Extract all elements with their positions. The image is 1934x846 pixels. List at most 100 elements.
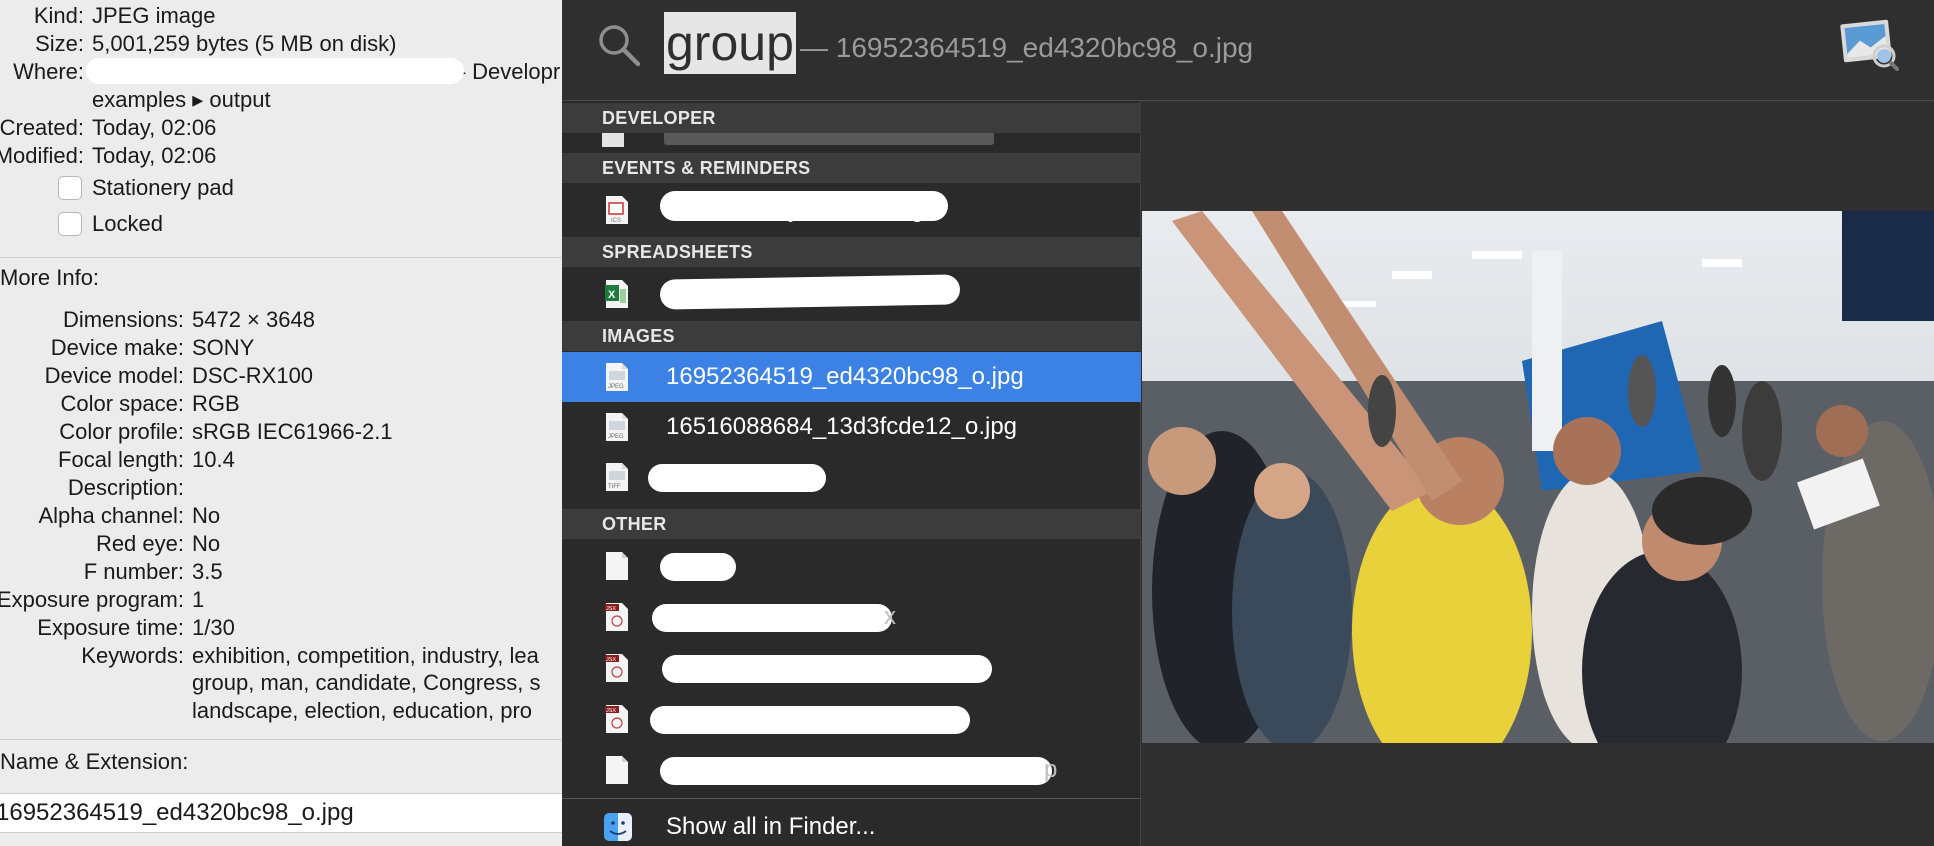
metadata-label: Keywords: — [81, 643, 184, 668]
other-result-tail: p — [1044, 756, 1058, 783]
events-item[interactable]: ICS yect meeting — [562, 185, 1141, 235]
other-result-item[interactable]: p — [562, 745, 1141, 795]
search-bar[interactable]: group — 16952364519_ed4320bc98_o.jpg — [562, 0, 1934, 101]
results-list: DEVELOPER EVENTS & REMINDERS ICS yect me… — [562, 101, 1141, 846]
jpeg-file-icon: JPEG — [606, 363, 628, 391]
redaction-mark — [648, 464, 826, 492]
excel-file-icon: X — [605, 280, 628, 308]
metadata-row: Dimensions: 5472 × 3648 — [0, 306, 560, 334]
metadata-row: Description: — [0, 474, 560, 502]
document-icon — [606, 552, 628, 580]
search-query[interactable]: group — [664, 12, 796, 74]
spreadsheet-item[interactable]: X Downloads — [562, 269, 1141, 319]
svg-text:X: X — [608, 289, 616, 301]
metadata-label: Dimensions: — [62, 307, 184, 332]
other-result-item[interactable]: JSX — [562, 694, 1141, 744]
redaction-mark — [652, 604, 892, 632]
metadata-value: sRGB IEC61966-2.1 — [192, 419, 393, 444]
where-value-2: examples ▸ output — [92, 87, 271, 112]
show-all-in-finder[interactable]: Show all in Finder... — [562, 802, 1141, 846]
divider — [0, 739, 562, 740]
section-images: IMAGES — [562, 321, 1141, 351]
locked-checkbox[interactable] — [58, 212, 82, 236]
show-all-label: Show all in Finder... — [666, 813, 876, 840]
metadata-value: DSC-RX100 — [192, 363, 314, 388]
redaction-mark — [86, 58, 464, 84]
other-result-tail: x — [884, 603, 896, 630]
top-hit-suffix: — 16952364519_ed4320bc98_o.jpg — [800, 32, 1254, 63]
metadata-label: F number: — [83, 559, 184, 584]
metadata-value: 1 — [192, 587, 205, 612]
screen: Kind: JPEG image Size: 5,001,259 bytes (… — [0, 0, 1934, 846]
where-row-2: examples ▸ output — [0, 86, 560, 114]
more-info-heading[interactable]: More Info: — [0, 264, 99, 292]
kind-label: Kind: — [33, 3, 84, 28]
metadata-label: Color space: — [60, 391, 184, 416]
metadata-row: Alpha channel: No — [0, 502, 560, 530]
divider — [0, 257, 562, 258]
kind-value: JPEG image — [92, 3, 216, 28]
redaction-mark — [660, 191, 948, 221]
svg-text:JSX: JSX — [606, 708, 616, 714]
stationery-pad-checkbox[interactable] — [58, 176, 82, 200]
developer-item-partial[interactable] — [602, 133, 1002, 149]
metadata-row: Keywords: exhibition, competition, indust… — [0, 642, 560, 670]
image-result-item[interactable]: JPEG 16952364519_ed4320bc98_o.jpg — [562, 352, 1141, 402]
metadata-label: Focal length: — [58, 447, 184, 472]
modified-row: Modified: Today, 02:06 — [0, 142, 560, 170]
image-result-label: 16516088684_13d3fcde12_o.jpg — [666, 413, 1018, 440]
image-result-item[interactable]: JPEG 16516088684_13d3fcde12_o.jpg — [562, 402, 1141, 452]
metadata-label: Color profile: — [59, 419, 184, 444]
redaction-mark — [650, 706, 970, 734]
modified-value: Today, 02:06 — [92, 143, 217, 168]
jpeg-file-icon: JPEG — [606, 413, 628, 441]
svg-text:JPEG: JPEG — [608, 384, 624, 390]
redaction-mark — [662, 655, 992, 683]
metadata-label: Device make: — [50, 335, 184, 360]
magnifier-icon — [599, 25, 641, 67]
section-other: OTHER — [562, 509, 1141, 539]
created-label: Created: — [0, 115, 84, 140]
filename-value[interactable]: 16952364519_ed4320bc98_o.jpg — [0, 799, 354, 827]
metadata-row: Color space: RGB — [0, 390, 560, 418]
svg-text:TIFF: TIFF — [608, 484, 621, 490]
preview-app-icon — [1840, 19, 1899, 71]
metadata-label: Exposure time: — [37, 615, 184, 640]
jsx-file-icon: JSX — [605, 705, 628, 733]
image-result-label: 16952364519_ed4320bc98_o.jpg — [666, 363, 1024, 390]
filename-field[interactable]: 16952364519_ed4320bc98_o.jpg — [0, 793, 562, 833]
photo-preview[interactable] — [1142, 211, 1934, 743]
section-events: EVENTS & REMINDERS — [562, 153, 1141, 183]
other-result-item[interactable]: JSX x — [562, 592, 1141, 642]
created-value: Today, 02:06 — [92, 115, 217, 140]
size-value: 5,001,259 bytes (5 MB on disk) — [92, 31, 397, 56]
metadata-row: Focal length: 10.4 — [0, 446, 560, 474]
metadata-row: F number: 3.5 — [0, 558, 560, 586]
metadata-row: Color profile: sRGB IEC61966-2.1 — [0, 418, 560, 446]
keywords-line-3: landscape, election, education, pro — [192, 698, 533, 723]
metadata-value: 5472 × 3648 — [192, 307, 315, 332]
metadata-value: exhibition, competition, industry, lea — [192, 643, 539, 668]
image-result-item[interactable]: TIFF — [562, 452, 1141, 502]
svg-text:ICS: ICS — [611, 218, 621, 224]
redaction-mark — [659, 274, 961, 310]
size-label: Size: — [35, 31, 84, 56]
metadata-label: Alpha channel: — [38, 503, 184, 528]
metadata-row: Device model: DSC-RX100 — [0, 362, 560, 390]
metadata-value: No — [192, 503, 221, 528]
divider — [562, 798, 1141, 799]
metadata-label: Red eye: — [95, 531, 184, 556]
metadata-row: Device make: SONY — [0, 334, 560, 362]
metadata-value: 3.5 — [192, 559, 223, 584]
other-result-item[interactable] — [562, 541, 1141, 591]
document-icon — [606, 756, 628, 784]
class-file-icon — [602, 133, 624, 147]
metadata-value: RGB — [192, 391, 240, 416]
keywords-line-2: group, man, candidate, Congress, s — [192, 670, 541, 695]
metadata-row: Exposure time: 1/30 — [0, 614, 560, 642]
where-value: ▸ Developr — [455, 59, 561, 84]
other-result-item[interactable]: JSX — [562, 643, 1141, 693]
name-extension-heading[interactable]: Name & Extension: — [0, 748, 188, 776]
metadata-row: Exposure program: 1 — [0, 586, 560, 614]
section-spreadsheets: SPREADSHEETS — [562, 237, 1141, 267]
